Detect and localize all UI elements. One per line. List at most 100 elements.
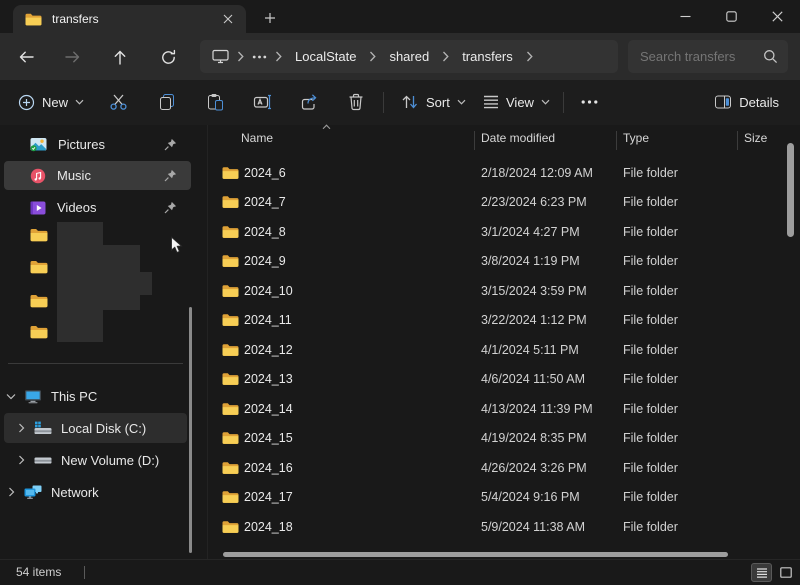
file-date-modified: 4/6/2024 11:50 AM: [481, 372, 585, 386]
share-button[interactable]: [291, 86, 327, 118]
chevron-right-icon[interactable]: [524, 51, 535, 62]
file-name: 2024_16: [244, 461, 293, 475]
folder-icon: [222, 373, 239, 386]
sidebar-item-label: Local Disk (C:): [61, 421, 146, 436]
file-row[interactable]: 2024_17 5/4/2024 9:16 PM File folder: [208, 483, 800, 513]
sidebar-item-this-pc[interactable]: This PC: [4, 381, 187, 411]
column-header-date-modified[interactable]: Date modified: [481, 131, 555, 145]
details-pane-button[interactable]: Details: [705, 86, 788, 118]
file-row[interactable]: 2024_6 2/18/2024 12:09 AM File folder: [208, 158, 800, 188]
folder-icon: [222, 343, 239, 356]
chevron-down-icon[interactable]: [4, 393, 18, 400]
sidebar-divider: [8, 363, 183, 364]
more-options-button[interactable]: [571, 86, 607, 118]
file-date-modified: 2/23/2024 6:23 PM: [481, 195, 587, 209]
cut-button[interactable]: [100, 86, 136, 118]
file-row[interactable]: 2024_10 3/15/2024 3:59 PM File folder: [208, 276, 800, 306]
refresh-button[interactable]: [152, 41, 184, 73]
column-header-name[interactable]: Name: [241, 131, 273, 145]
content-area: Pictures Music Videos: [0, 125, 800, 560]
column-header-type[interactable]: Type: [623, 131, 649, 145]
new-button[interactable]: New: [8, 86, 94, 118]
folder-icon[interactable]: [30, 260, 48, 274]
sidebar-item-music[interactable]: Music: [4, 161, 191, 190]
chevron-right-icon[interactable]: [235, 51, 246, 62]
folder-icon: [222, 520, 239, 533]
paste-button[interactable]: [197, 86, 233, 118]
details-panel-icon: [714, 94, 732, 110]
folder-icon: [222, 225, 239, 238]
file-type: File folder: [623, 402, 678, 416]
file-row[interactable]: 2024_8 3/1/2024 4:27 PM File folder: [208, 217, 800, 247]
back-button[interactable]: [10, 41, 42, 73]
chevron-right-icon[interactable]: [440, 51, 451, 62]
chevron-right-icon[interactable]: [14, 455, 28, 465]
close-button[interactable]: [754, 0, 800, 33]
folder-icon: [222, 491, 239, 504]
file-row[interactable]: 2024_14 4/13/2024 11:39 PM File folder: [208, 394, 800, 424]
file-type: File folder: [623, 490, 678, 504]
search-input[interactable]: [640, 49, 763, 64]
breadcrumb-overflow-icon[interactable]: [250, 55, 269, 59]
column-resize-handle[interactable]: [616, 131, 617, 150]
sidebar-item-pictures[interactable]: Pictures: [4, 130, 191, 159]
search-box[interactable]: [628, 40, 788, 73]
view-button[interactable]: View: [474, 86, 559, 118]
folder-icon[interactable]: [30, 228, 48, 242]
chevron-right-icon[interactable]: [367, 51, 378, 62]
chevron-right-icon[interactable]: [4, 487, 18, 497]
tab-close-icon[interactable]: [218, 9, 238, 29]
copy-button[interactable]: [149, 86, 185, 118]
this-pc-crumb-icon[interactable]: [210, 49, 231, 64]
details-view-toggle-button[interactable]: [751, 563, 772, 582]
folder-icon: [222, 284, 239, 297]
folder-icon[interactable]: [30, 325, 48, 339]
thumbnail-view-toggle-button[interactable]: [775, 563, 796, 582]
file-row[interactable]: 2024_16 4/26/2024 3:26 PM File folder: [208, 453, 800, 483]
breadcrumb-localstate[interactable]: LocalState: [288, 46, 363, 67]
file-row[interactable]: 2024_12 4/1/2024 5:11 PM File folder: [208, 335, 800, 365]
sidebar-item-network[interactable]: Network: [4, 477, 187, 507]
tab-transfers[interactable]: transfers: [13, 5, 246, 33]
maximize-button[interactable]: [708, 0, 754, 33]
chevron-down-icon: [457, 99, 466, 105]
search-icon[interactable]: [763, 49, 778, 64]
file-row[interactable]: 2024_15 4/19/2024 8:35 PM File folder: [208, 424, 800, 454]
folder-icon[interactable]: [30, 294, 48, 308]
file-date-modified: 4/19/2024 8:35 PM: [481, 431, 587, 445]
file-row[interactable]: 2024_13 4/6/2024 11:50 AM File folder: [208, 365, 800, 395]
up-button[interactable]: [104, 41, 136, 73]
forward-button[interactable]: [56, 41, 88, 73]
chevron-right-icon[interactable]: [273, 51, 284, 62]
sidebar-item-new-volume-d[interactable]: New Volume (D:): [4, 445, 187, 475]
sidebar-item-videos[interactable]: Videos: [4, 193, 191, 222]
column-header-size[interactable]: Size: [744, 131, 767, 145]
breadcrumb-transfers[interactable]: transfers: [455, 46, 520, 67]
this-pc-icon: [24, 389, 42, 404]
new-tab-button[interactable]: [258, 7, 282, 29]
delete-button[interactable]: [338, 86, 374, 118]
rename-button[interactable]: [244, 86, 280, 118]
file-row[interactable]: 2024_7 2/23/2024 6:23 PM File folder: [208, 188, 800, 218]
sidebar-scrollbar[interactable]: [189, 307, 192, 553]
chevron-right-icon[interactable]: [14, 423, 28, 433]
sort-button[interactable]: Sort: [392, 86, 475, 118]
file-row[interactable]: 2024_18 5/9/2024 11:38 AM File folder: [208, 512, 800, 542]
minimize-button[interactable]: [662, 0, 708, 33]
file-row[interactable]: 2024_11 3/22/2024 1:12 PM File folder: [208, 306, 800, 336]
file-type: File folder: [623, 461, 678, 475]
file-row[interactable]: 2024_9 3/8/2024 1:19 PM File folder: [208, 247, 800, 277]
navigation-bar: LocalState shared transfers: [0, 33, 800, 80]
column-resize-handle[interactable]: [737, 131, 738, 150]
horizontal-scrollbar[interactable]: [223, 552, 728, 557]
sidebar-item-local-disk-c[interactable]: Local Disk (C:): [4, 413, 187, 443]
file-explorer-window: transfers: [0, 0, 800, 585]
file-name: 2024_10: [244, 284, 293, 298]
vertical-scrollbar[interactable]: [787, 143, 794, 237]
address-bar[interactable]: LocalState shared transfers: [200, 40, 618, 73]
file-name: 2024_15: [244, 431, 293, 445]
sort-arrows-icon: [401, 94, 419, 110]
column-resize-handle[interactable]: [474, 131, 475, 150]
redaction-block: [103, 245, 140, 310]
breadcrumb-shared[interactable]: shared: [382, 46, 436, 67]
